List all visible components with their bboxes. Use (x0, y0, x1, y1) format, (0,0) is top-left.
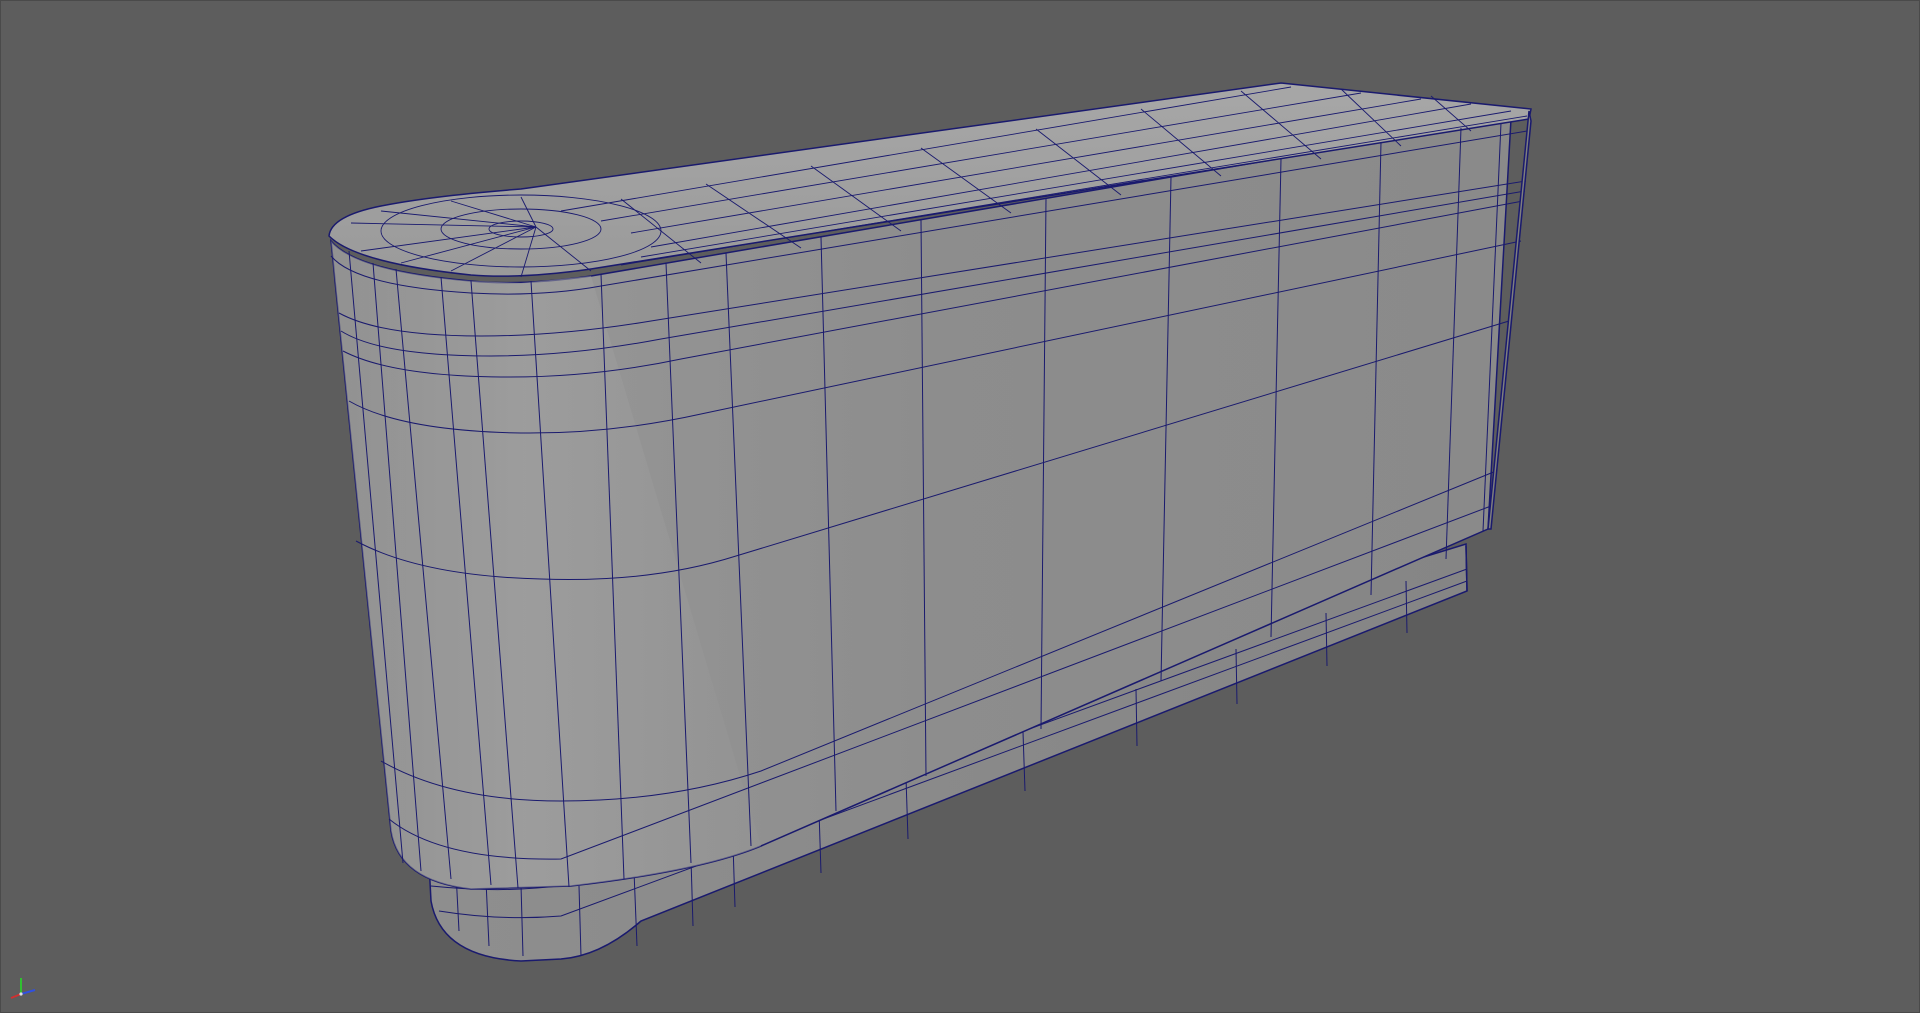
axis-gizmo-icon (10, 978, 36, 999)
cabinet-body (328, 82, 1532, 890)
mesh-object[interactable] (1, 1, 1920, 1013)
viewport-3d[interactable] (0, 0, 1920, 1013)
